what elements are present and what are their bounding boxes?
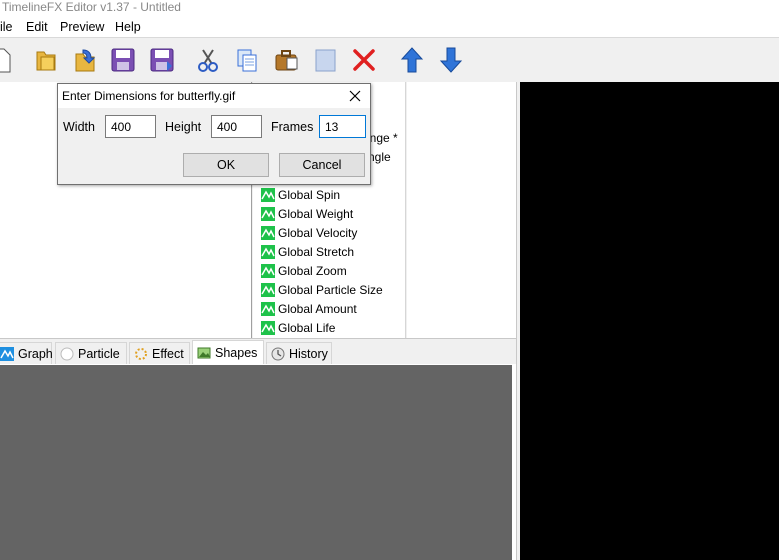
graph-icon bbox=[261, 301, 275, 316]
attribute-item-global-zoom[interactable]: Global Zoom bbox=[261, 261, 347, 280]
scissors-icon bbox=[198, 49, 218, 72]
tab-label: Graph bbox=[18, 346, 53, 361]
tab-shapes[interactable]: Shapes bbox=[192, 340, 264, 364]
close-icon bbox=[349, 90, 361, 102]
dialog-title: Enter Dimensions for butterfly.gif bbox=[62, 89, 236, 103]
open-folder-button[interactable] bbox=[30, 44, 62, 76]
graph-icon bbox=[261, 282, 275, 297]
graph-icon bbox=[261, 320, 275, 335]
frames-field[interactable] bbox=[319, 115, 366, 138]
close-button[interactable] bbox=[346, 87, 364, 105]
frames-label: Frames bbox=[271, 120, 314, 134]
attribute-label: Global Zoom bbox=[278, 263, 347, 278]
graph-icon bbox=[261, 206, 275, 221]
attribute-item-global-life[interactable]: Global Life bbox=[261, 318, 335, 337]
copy-button[interactable] bbox=[231, 44, 263, 76]
save-as-button[interactable] bbox=[146, 44, 178, 76]
attribute-item-partial[interactable]: ngle bbox=[368, 150, 391, 164]
attribute-item-global-amount[interactable]: Global Amount bbox=[261, 299, 357, 318]
copy-icon bbox=[237, 49, 257, 72]
menu-preview[interactable]: Preview bbox=[60, 20, 104, 34]
tab-label: Shapes bbox=[215, 345, 258, 360]
tab-label: Effect bbox=[152, 346, 184, 361]
import-folder-icon bbox=[75, 49, 96, 72]
tab-history[interactable]: History bbox=[266, 342, 332, 364]
width-field[interactable] bbox=[105, 115, 156, 138]
toolbar bbox=[0, 39, 779, 82]
menu-file[interactable]: ile bbox=[0, 20, 13, 34]
attribute-item-global-weight[interactable]: Global Weight bbox=[261, 204, 353, 223]
briefcase-icon bbox=[275, 50, 298, 71]
attribute-item-global-velocity[interactable]: Global Velocity bbox=[261, 223, 357, 242]
arrow-down-icon bbox=[439, 47, 463, 73]
graph-icon bbox=[0, 346, 14, 361]
history-icon bbox=[271, 347, 285, 360]
ok-button[interactable]: OK bbox=[183, 153, 269, 177]
graph-icon bbox=[261, 263, 275, 278]
menu-bar: ile Edit Preview Help bbox=[0, 16, 779, 38]
tab-effect[interactable]: Effect bbox=[129, 342, 190, 364]
tab-particle[interactable]: Particle bbox=[55, 342, 127, 364]
attribute-label: Global Velocity bbox=[278, 225, 358, 240]
shapes-panel bbox=[0, 364, 516, 560]
blank-button[interactable] bbox=[309, 44, 341, 76]
delete-button[interactable] bbox=[348, 44, 380, 76]
properties-pane bbox=[407, 82, 519, 338]
paste-button[interactable] bbox=[270, 44, 302, 76]
dimensions-dialog: Enter Dimensions for butterfly.gif Width… bbox=[57, 83, 371, 185]
save-as-icon bbox=[150, 48, 174, 72]
folder-icon bbox=[36, 51, 56, 71]
menu-edit[interactable]: Edit bbox=[26, 20, 48, 34]
import-button[interactable] bbox=[69, 44, 101, 76]
delete-icon bbox=[353, 49, 375, 71]
graph-icon bbox=[261, 244, 275, 259]
arrow-up-icon bbox=[400, 47, 424, 73]
tab-graph[interactable]: Graph bbox=[0, 342, 53, 364]
tab-bar: Graph Particle Effect Shapes History bbox=[0, 338, 516, 364]
attribute-label: Global Weight bbox=[278, 206, 354, 221]
particle-icon bbox=[60, 347, 74, 360]
tab-label: Particle bbox=[78, 346, 120, 361]
title-bar: TimelineFX Editor v1.37 - Untitled bbox=[0, 0, 779, 16]
move-down-button[interactable] bbox=[435, 44, 467, 76]
width-label: Width bbox=[63, 120, 95, 134]
page-icon bbox=[315, 49, 336, 72]
shapes-preview-area[interactable] bbox=[0, 365, 512, 560]
attribute-item-global-spin[interactable]: Global Spin bbox=[261, 185, 340, 204]
menu-help[interactable]: Help bbox=[115, 20, 141, 34]
cut-button[interactable] bbox=[192, 44, 224, 76]
attribute-label: Global Particle Size bbox=[278, 282, 383, 297]
height-label: Height bbox=[165, 120, 202, 134]
preview-canvas[interactable] bbox=[520, 82, 779, 560]
height-field[interactable] bbox=[211, 115, 262, 138]
graph-icon bbox=[261, 225, 275, 240]
attribute-label: Global Life bbox=[278, 320, 336, 335]
save-button[interactable] bbox=[107, 44, 139, 76]
attribute-label: Global Amount bbox=[278, 301, 357, 316]
new-file-button[interactable] bbox=[0, 44, 16, 76]
attribute-label: Global Stretch bbox=[278, 244, 355, 259]
move-up-button[interactable] bbox=[396, 44, 428, 76]
cancel-button[interactable]: Cancel bbox=[279, 153, 365, 177]
tab-label: History bbox=[289, 346, 328, 361]
attribute-item-global-stretch[interactable]: Global Stretch bbox=[261, 242, 354, 261]
new-file-icon bbox=[0, 48, 11, 73]
save-icon bbox=[111, 48, 135, 72]
graph-icon bbox=[261, 187, 275, 202]
attribute-item-global-particle-size[interactable]: Global Particle Size bbox=[261, 280, 383, 299]
dialog-title-bar: Enter Dimensions for butterfly.gif bbox=[58, 84, 370, 108]
shapes-icon bbox=[197, 347, 211, 358]
window-title: TimelineFX Editor v1.37 - Untitled bbox=[2, 0, 181, 14]
effect-icon bbox=[135, 347, 147, 360]
app-window: TimelineFX Editor v1.37 - Untitled ile E… bbox=[0, 0, 779, 560]
attribute-label: Global Spin bbox=[278, 187, 341, 202]
